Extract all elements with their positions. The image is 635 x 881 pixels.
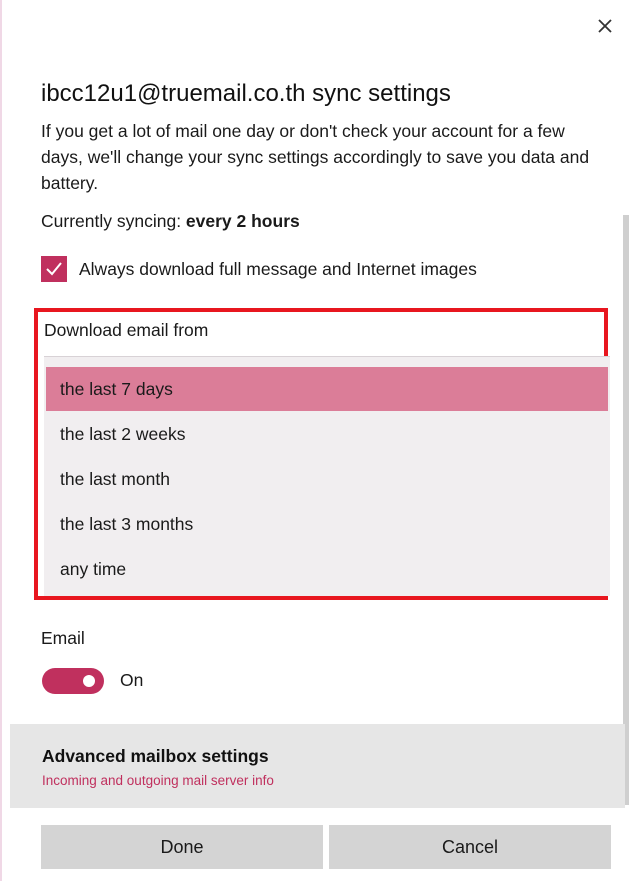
email-toggle-state: On	[120, 670, 144, 690]
email-toggle-label: Email	[41, 628, 85, 648]
done-button[interactable]: Done	[41, 825, 323, 869]
scrollbar[interactable]	[623, 215, 629, 805]
download-email-label: Download email from	[44, 320, 209, 340]
currently-syncing-value: every 2 hours	[185, 211, 300, 231]
full-download-checkbox[interactable]	[41, 256, 67, 282]
full-download-label: Always download full message and Interne…	[79, 258, 477, 279]
option-last-2-weeks[interactable]: the last 2 weeks	[46, 412, 608, 456]
cancel-button[interactable]: Cancel	[329, 825, 611, 869]
full-download-option[interactable]: Always download full message and Interne…	[41, 255, 477, 283]
option-last-month[interactable]: the last month	[46, 457, 608, 501]
download-email-options: the last 7 days the last 2 weeks the las…	[44, 356, 610, 596]
advanced-mailbox-settings[interactable]: Advanced mailbox settings Incoming and o…	[10, 724, 625, 808]
sync-settings-dialog: ibcc12u1@truemail.co.th sync settings If…	[0, 0, 635, 881]
close-icon[interactable]	[593, 14, 617, 38]
option-last-7-days[interactable]: the last 7 days	[46, 367, 608, 411]
toggle-knob	[83, 675, 95, 687]
dialog-description: If you get a lot of mail one day or don'…	[41, 121, 590, 193]
dialog-title: ibcc12u1@truemail.co.th sync settings	[41, 80, 451, 107]
currently-syncing: Currently syncing: every 2 hours	[41, 211, 300, 232]
download-email-dropdown[interactable]: Download email from the last 7 days the …	[34, 308, 610, 600]
currently-syncing-label: Currently syncing:	[41, 211, 186, 231]
checkmark-icon	[46, 262, 62, 276]
advanced-settings-subtitle: Incoming and outgoing mail server info	[42, 773, 274, 788]
advanced-settings-title: Advanced mailbox settings	[42, 746, 269, 766]
option-last-3-months[interactable]: the last 3 months	[46, 502, 608, 546]
email-toggle[interactable]	[42, 668, 104, 694]
option-any-time[interactable]: any time	[46, 547, 608, 591]
